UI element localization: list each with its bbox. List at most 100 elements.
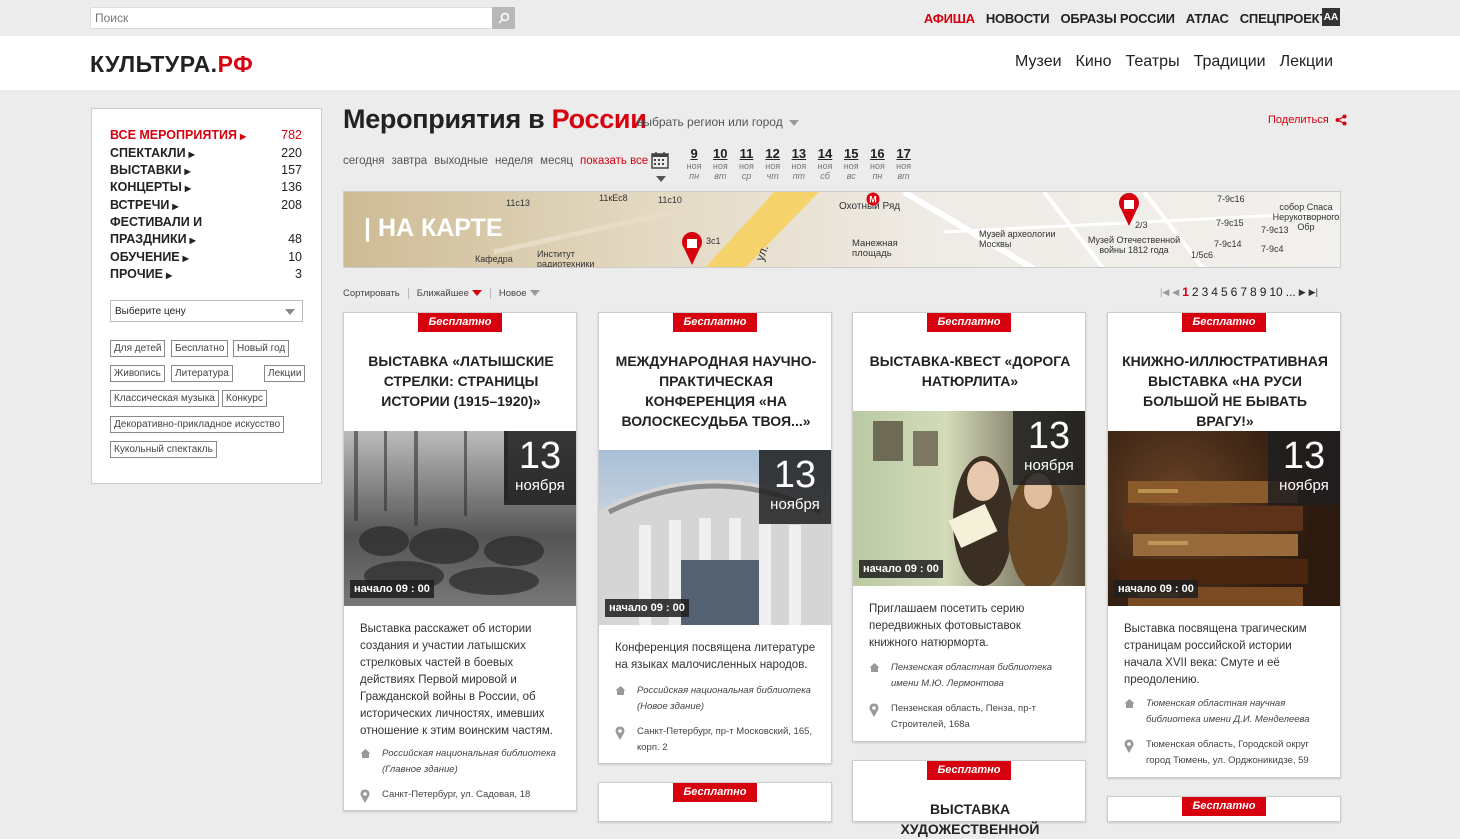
sort-new[interactable]: Новое	[499, 288, 540, 299]
event-title[interactable]: МЕЖДУНАРОДНАЯ НАУЧНО-ПРАКТИЧЕСКАЯ КОНФЕР…	[613, 351, 819, 431]
day-item[interactable]: 17 ноя вт	[891, 147, 917, 182]
event-card[interactable]: Бесплатно КНИЖНО-ИЛЛЮСТРАТИВНАЯ ВЫСТАВКА…	[1107, 312, 1341, 778]
event-card[interactable]: Бесплатно	[598, 782, 832, 822]
tag-kids[interactable]: Для детей	[108, 339, 167, 358]
tag-new-year[interactable]: Новый год	[231, 339, 291, 358]
event-card[interactable]: Бесплатно ВЫСТАВКА-КВЕСТ «ДОРОГА НАТЮРЛИ…	[852, 312, 1086, 742]
map-pin-icon[interactable]	[681, 232, 703, 266]
last-page-icon[interactable]: ▶|	[1309, 287, 1318, 298]
event-card[interactable]: Бесплатно МЕЖДУНАРОДНАЯ НАУЧНО-ПРАКТИЧЕС…	[598, 312, 832, 764]
day-item[interactable]: 12 ноя чт	[760, 146, 786, 182]
map-text: Институт радиотехники	[537, 249, 595, 268]
event-card[interactable]: Бесплатно	[1107, 796, 1341, 822]
period-today[interactable]: сегодня	[343, 155, 385, 167]
period-tomorrow[interactable]: завтра	[392, 155, 428, 167]
day-item[interactable]: 16 ноя пн	[864, 147, 890, 182]
region-select-label: выбрать регион или город	[637, 115, 783, 129]
logo[interactable]: КУЛЬТУРА.РФ	[90, 51, 253, 78]
price-select-value: Выберите цену	[115, 306, 186, 317]
day-item[interactable]: 14 ноя сб	[812, 147, 838, 182]
calendar-icon[interactable]	[651, 151, 669, 169]
category-festivals-line1[interactable]: ФЕСТИВАЛИ И	[110, 214, 302, 231]
next-page-icon[interactable]: ▶	[1299, 287, 1306, 298]
category-other[interactable]: ПРОЧИЕ ▶ 3	[110, 266, 302, 284]
page-link[interactable]: 2	[1192, 285, 1199, 299]
event-title[interactable]: ВЫСТАВКА «ЛАТЫШСКИЕ СТРЕЛКИ: СТРАНИЦЫ ИС…	[358, 351, 564, 411]
home-icon	[1124, 699, 1135, 708]
category-education[interactable]: ОБУЧЕНИЕ ▶ 10	[110, 249, 302, 267]
sort-nearest[interactable]: Ближайшее	[417, 288, 482, 299]
tag-free[interactable]: Бесплатно	[169, 339, 230, 358]
event-place[interactable]: Российская национальная библиотека (Ново…	[615, 683, 820, 715]
tag-lectures[interactable]: Лекции	[262, 364, 307, 383]
topnav-images[interactable]: ОБРАЗЫ РОССИИ	[1060, 11, 1175, 26]
day-item[interactable]: 9 ноя пн	[681, 147, 707, 182]
page-link[interactable]: 7	[1240, 285, 1247, 299]
topnav-news[interactable]: НОВОСТИ	[986, 11, 1050, 26]
map-pin-icon[interactable]	[1118, 193, 1140, 227]
category-concerts[interactable]: КОНЦЕРТЫ ▶ 136	[110, 179, 302, 197]
first-page-icon[interactable]: |◀	[1160, 287, 1169, 298]
tag-contest[interactable]: Конкурс	[221, 389, 268, 408]
period-month[interactable]: месяц	[540, 155, 573, 167]
day-number: 12	[765, 146, 780, 161]
page-link[interactable]: 10	[1269, 285, 1282, 299]
prev-page-icon[interactable]: ◀	[1172, 287, 1179, 298]
map-text: Музей Отечественной войны 1812 года	[1087, 235, 1181, 255]
nav-lectures[interactable]: Лекции	[1280, 53, 1333, 71]
page-link[interactable]: 9	[1260, 285, 1267, 299]
category-performances[interactable]: СПЕКТАКЛИ ▶ 220	[110, 145, 302, 163]
tag-puppet-show[interactable]: Кукольный спектакль	[109, 440, 218, 459]
topnav-atlas[interactable]: АТЛАС	[1186, 11, 1229, 26]
tag-painting[interactable]: Живопись	[109, 364, 166, 383]
period-weekend[interactable]: выходные	[434, 155, 488, 167]
event-title[interactable]: ВЫСТАВКА ХУДОЖЕСТВЕННОЙ	[867, 799, 1073, 839]
category-exhibitions[interactable]: ВЫСТАВКИ ▶ 157	[110, 162, 302, 180]
location-pin-icon	[615, 726, 625, 740]
page-link[interactable]: 1	[1182, 285, 1189, 299]
event-place[interactable]: Российская национальная библиотека (Глав…	[360, 746, 565, 778]
day-item[interactable]: 10 ноя вт	[707, 147, 733, 182]
tag-decorative-arts[interactable]: Декоративно-прикладное искусство	[108, 415, 286, 434]
event-image[interactable]: 13 ноября начало 09 : 00	[853, 411, 1085, 586]
tag-literature[interactable]: Литература	[170, 364, 234, 383]
font-size-button[interactable]: AA	[1322, 8, 1340, 26]
event-image[interactable]: 13 ноября начало 09 : 00	[344, 431, 576, 606]
price-select[interactable]: Выберите цену	[110, 300, 303, 322]
nav-theaters[interactable]: Театры	[1126, 53, 1180, 71]
nav-traditions[interactable]: Традиции	[1194, 53, 1266, 71]
share-button[interactable]: Поделиться	[1268, 114, 1347, 126]
page-link[interactable]: 4	[1211, 285, 1218, 299]
period-show-all[interactable]: показать все	[580, 155, 648, 167]
event-title[interactable]: ВЫСТАВКА-КВЕСТ «ДОРОГА НАТЮРЛИТА»	[867, 351, 1073, 391]
event-image[interactable]: 13 ноября начало 09 : 00	[599, 450, 831, 625]
day-item[interactable]: 13 ноя пт	[786, 147, 812, 182]
page-link[interactable]: 5	[1221, 285, 1228, 299]
period-week[interactable]: неделя	[495, 155, 533, 167]
event-card[interactable]: Бесплатно ВЫСТАВКА «ЛАТЫШСКИЕ СТРЕЛКИ: С…	[343, 312, 577, 811]
map-text: 7-9с13	[1261, 225, 1289, 235]
category-meetings[interactable]: ВСТРЕЧИ ▶ 208	[110, 197, 302, 215]
region-select[interactable]: выбрать регион или город	[637, 115, 799, 129]
event-place[interactable]: Пензенская областная библиотека имени М.…	[869, 660, 1074, 692]
category-all[interactable]: ВСЕ МЕРОПРИЯТИЯ ▶ 782	[110, 127, 302, 145]
map-banner[interactable]: | НА КАРТЕ 11с13 11кЕс8 11с10 Охотный Ря…	[343, 191, 1341, 268]
day-weekday: пн	[689, 171, 700, 181]
nav-museums[interactable]: Музеи	[1015, 53, 1062, 71]
event-card[interactable]: Бесплатно ВЫСТАВКА ХУДОЖЕСТВЕННОЙ	[852, 760, 1086, 837]
page-link[interactable]: 8	[1250, 285, 1257, 299]
event-title[interactable]: КНИЖНО-ИЛЛЮСТРАТИВНАЯ ВЫСТАВКА «НА РУСИ …	[1122, 351, 1328, 431]
day-item[interactable]: 15 ноя вс	[838, 147, 864, 182]
event-image[interactable]: 13 ноября начало 09 : 00	[1108, 431, 1340, 606]
topnav-afisha[interactable]: АФИША	[924, 11, 975, 26]
tag-classical-music[interactable]: Классическая музыка	[109, 389, 220, 408]
event-place[interactable]: Тюменская областная научная библиотека и…	[1124, 696, 1329, 728]
search-input[interactable]	[91, 8, 486, 28]
category-label: КОНЦЕРТЫ	[110, 180, 182, 194]
page-link[interactable]: 6	[1231, 285, 1238, 299]
page-link[interactable]: 3	[1202, 285, 1209, 299]
search-button[interactable]	[492, 7, 515, 29]
category-festivals[interactable]: ПРАЗДНИКИ ▶ 48	[110, 231, 302, 249]
nav-cinema[interactable]: Кино	[1076, 53, 1112, 71]
day-item[interactable]: 11 ноя ср	[733, 147, 759, 182]
